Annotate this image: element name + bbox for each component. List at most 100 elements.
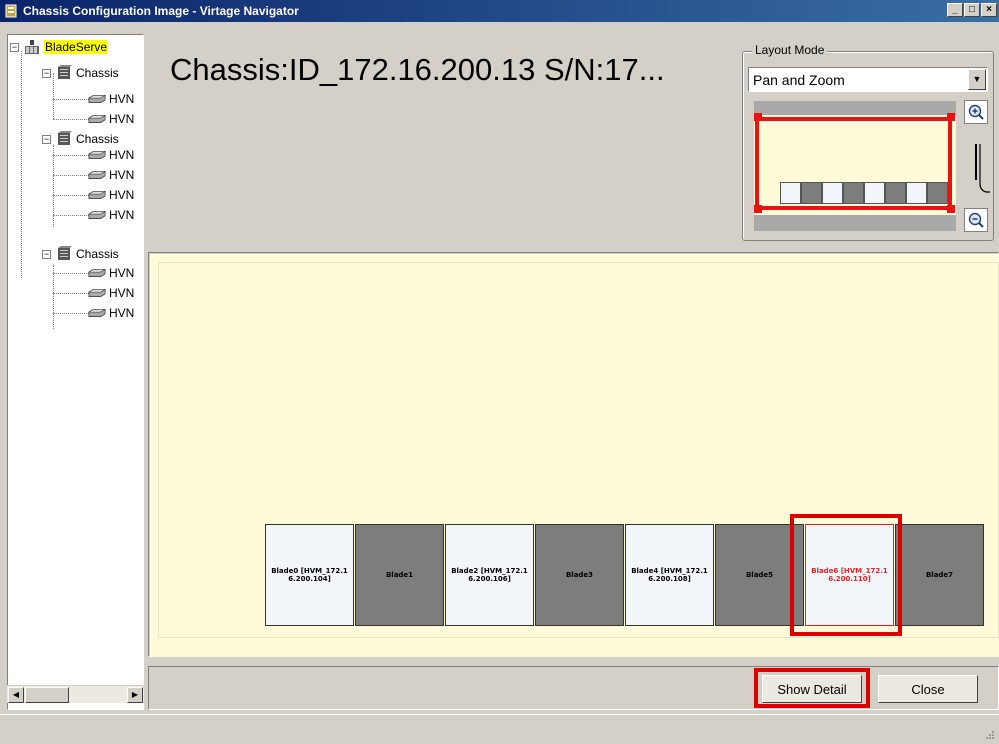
blade-label: Blade3 — [565, 571, 594, 579]
chassis-title: Chassis:ID_172.16.200.13 S/N:17... — [170, 52, 665, 87]
status-bar — [0, 714, 999, 744]
tree-chassis-label: Chassis — [76, 247, 119, 261]
resize-grip-icon — [986, 731, 994, 739]
tree-line — [53, 293, 89, 294]
minimap-blade — [885, 182, 906, 204]
blade-label: Blade2 [HVM_172.16.200.106] — [451, 567, 528, 583]
tree-horizontal-scrollbar[interactable]: ◀ ▶ — [7, 685, 144, 703]
tree-line — [53, 119, 89, 120]
tree-hvm-node[interactable]: HVN — [88, 206, 134, 224]
tree-hvm-node[interactable]: HVN — [88, 304, 134, 322]
layout-mode-select[interactable]: Pan and Zoom ▼ — [748, 67, 988, 92]
scroll-right-button[interactable]: ▶ — [127, 687, 143, 703]
tree-hvm-node[interactable]: HVN — [88, 166, 134, 184]
tree-hvm-node[interactable]: HVN — [88, 284, 134, 302]
tree-line — [53, 99, 89, 100]
tree-root-label: BladeServe — [44, 40, 109, 54]
maximize-button[interactable]: □ — [964, 3, 980, 17]
tree-hvm-label: HVN — [109, 112, 135, 126]
collapse-toggle[interactable]: − — [10, 42, 19, 52]
blade-slot-1[interactable]: Blade1 — [355, 524, 444, 626]
blade-icon — [88, 207, 106, 223]
collapse-toggle[interactable]: − — [42, 68, 51, 78]
zoom-in-button[interactable] — [964, 100, 988, 124]
tree-chassis-node[interactable]: − Chassis — [42, 245, 119, 263]
overview-minimap[interactable] — [754, 101, 956, 231]
zoom-out-icon — [968, 212, 984, 228]
tree-line — [53, 313, 89, 314]
blade-icon — [88, 265, 106, 281]
minimap-blade — [906, 182, 927, 204]
tree-hvm-node[interactable]: HVN — [88, 90, 134, 108]
tree-hvm-label: HVN — [109, 286, 135, 300]
collapse-toggle[interactable]: − — [42, 249, 51, 259]
close-window-button[interactable]: × — [981, 3, 997, 17]
tree-hvm-label: HVN — [109, 168, 135, 182]
minimap-blade — [843, 182, 864, 204]
zoom-out-button[interactable] — [964, 208, 988, 232]
viewport-handle[interactable] — [754, 113, 762, 121]
tree-line — [21, 51, 22, 278]
blade-icon — [88, 91, 106, 107]
selected-blade-highlight — [790, 514, 902, 636]
minimap-blade — [801, 182, 822, 204]
blade-slot-7[interactable]: Blade7 — [895, 524, 984, 626]
scroll-thumb[interactable] — [25, 687, 69, 703]
viewport-handle[interactable] — [947, 113, 955, 121]
app-icon — [3, 3, 19, 19]
tree-line — [53, 195, 89, 196]
chassis-icon — [55, 65, 73, 81]
window-title: Chassis Configuration Image - Virtage Na… — [23, 4, 299, 18]
blade-icon — [88, 285, 106, 301]
blade-slot-0[interactable]: Blade0 [HVM_172.16.200.104] — [265, 524, 354, 626]
minimize-button[interactable]: _ — [947, 3, 963, 17]
blade-label: Blade4 [HVM_172.16.200.108] — [631, 567, 708, 583]
tree-line — [53, 175, 89, 176]
close-button[interactable]: Close — [878, 675, 978, 703]
scroll-left-button[interactable]: ◀ — [8, 687, 24, 703]
minimap-blades — [780, 182, 948, 204]
blade-icon — [88, 187, 106, 203]
viewport-handle[interactable] — [754, 205, 762, 213]
tree-chassis-label: Chassis — [76, 132, 119, 146]
tree-line — [53, 265, 54, 329]
layout-mode-legend: Layout Mode — [752, 43, 828, 57]
blade-icon — [88, 147, 106, 163]
tree-line — [53, 215, 89, 216]
blade-slot-4[interactable]: Blade4 [HVM_172.16.200.108] — [625, 524, 714, 626]
minimap-blade — [780, 182, 801, 204]
tree-line — [53, 155, 89, 156]
tree-line — [53, 273, 89, 274]
blade-icon — [88, 111, 106, 127]
tree-hvm-label: HVN — [109, 266, 135, 280]
chassis-tree[interactable]: − BladeServe − Chassis HVN HVN − Chassis… — [7, 34, 144, 710]
blade-slot-2[interactable]: Blade2 [HVM_172.16.200.106] — [445, 524, 534, 626]
tree-hvm-node[interactable]: HVN — [88, 146, 134, 164]
layout-mode-value: Pan and Zoom — [753, 72, 845, 88]
zoom-slider[interactable] — [966, 140, 992, 200]
chassis-icon — [55, 131, 73, 147]
blade-icon — [88, 305, 106, 321]
tree-hvm-label: HVN — [109, 148, 135, 162]
viewport-handle[interactable] — [947, 205, 955, 213]
minimap-blade — [822, 182, 843, 204]
tree-root[interactable]: − BladeServe — [10, 38, 109, 56]
tree-hvm-node[interactable]: HVN — [88, 110, 134, 128]
tree-chassis-node[interactable]: − Chassis — [42, 64, 119, 82]
tree-hvm-label: HVN — [109, 306, 135, 320]
chassis-icon — [55, 246, 73, 262]
collapse-toggle[interactable]: − — [42, 134, 51, 144]
dropdown-arrow-icon[interactable]: ▼ — [968, 69, 986, 90]
blade-label: Blade7 — [925, 571, 954, 579]
blade-server-icon — [23, 39, 41, 55]
title-bar[interactable]: Chassis Configuration Image - Virtage Na… — [0, 0, 999, 22]
blade-icon — [88, 167, 106, 183]
minimap-blade — [864, 182, 885, 204]
tree-hvm-node[interactable]: HVN — [88, 186, 134, 204]
blade-label: Blade1 — [385, 571, 414, 579]
blade-slot-3[interactable]: Blade3 — [535, 524, 624, 626]
show-detail-highlight — [754, 668, 870, 708]
tree-hvm-node[interactable]: HVN — [88, 264, 134, 282]
button-bar — [148, 666, 999, 710]
tree-hvm-label: HVN — [109, 188, 135, 202]
